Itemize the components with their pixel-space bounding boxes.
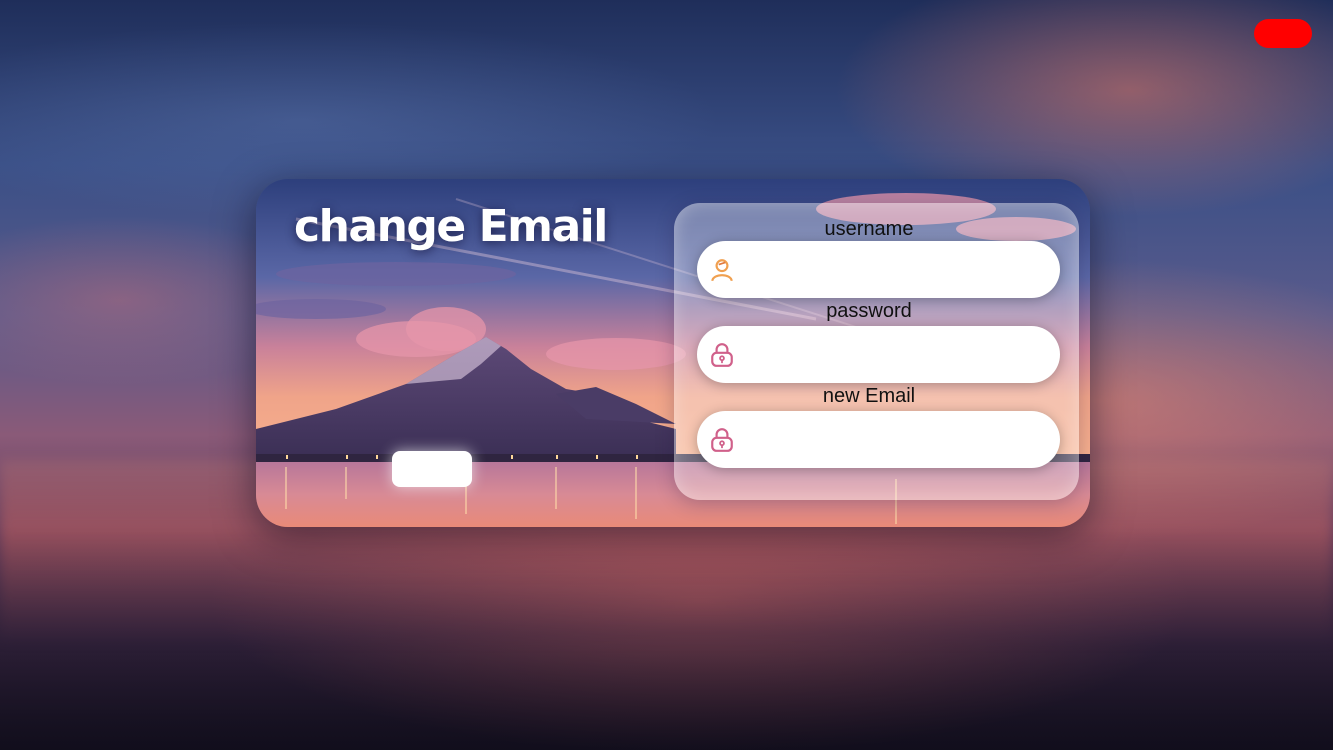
new-email-field[interactable] [697,411,1060,468]
lock-icon [711,428,733,452]
username-field[interactable] [697,241,1060,298]
password-field[interactable] [697,326,1060,383]
close-button[interactable] [1254,19,1312,48]
change-email-card: change Email username password new Email [256,179,1090,527]
new-email-input[interactable] [745,419,1049,462]
page-title: change Email [294,201,608,252]
username-label: username [824,218,914,240]
submit-button[interactable] [392,451,472,487]
background-scene: change Email username password new Email [0,0,1333,750]
password-input[interactable] [745,334,1049,377]
form-panel: username password new Email [674,203,1079,500]
username-input[interactable] [745,249,1049,292]
password-label: password [826,300,912,322]
lock-icon [711,343,733,367]
new-email-label: new Email [822,385,916,407]
user-icon [711,259,733,282]
